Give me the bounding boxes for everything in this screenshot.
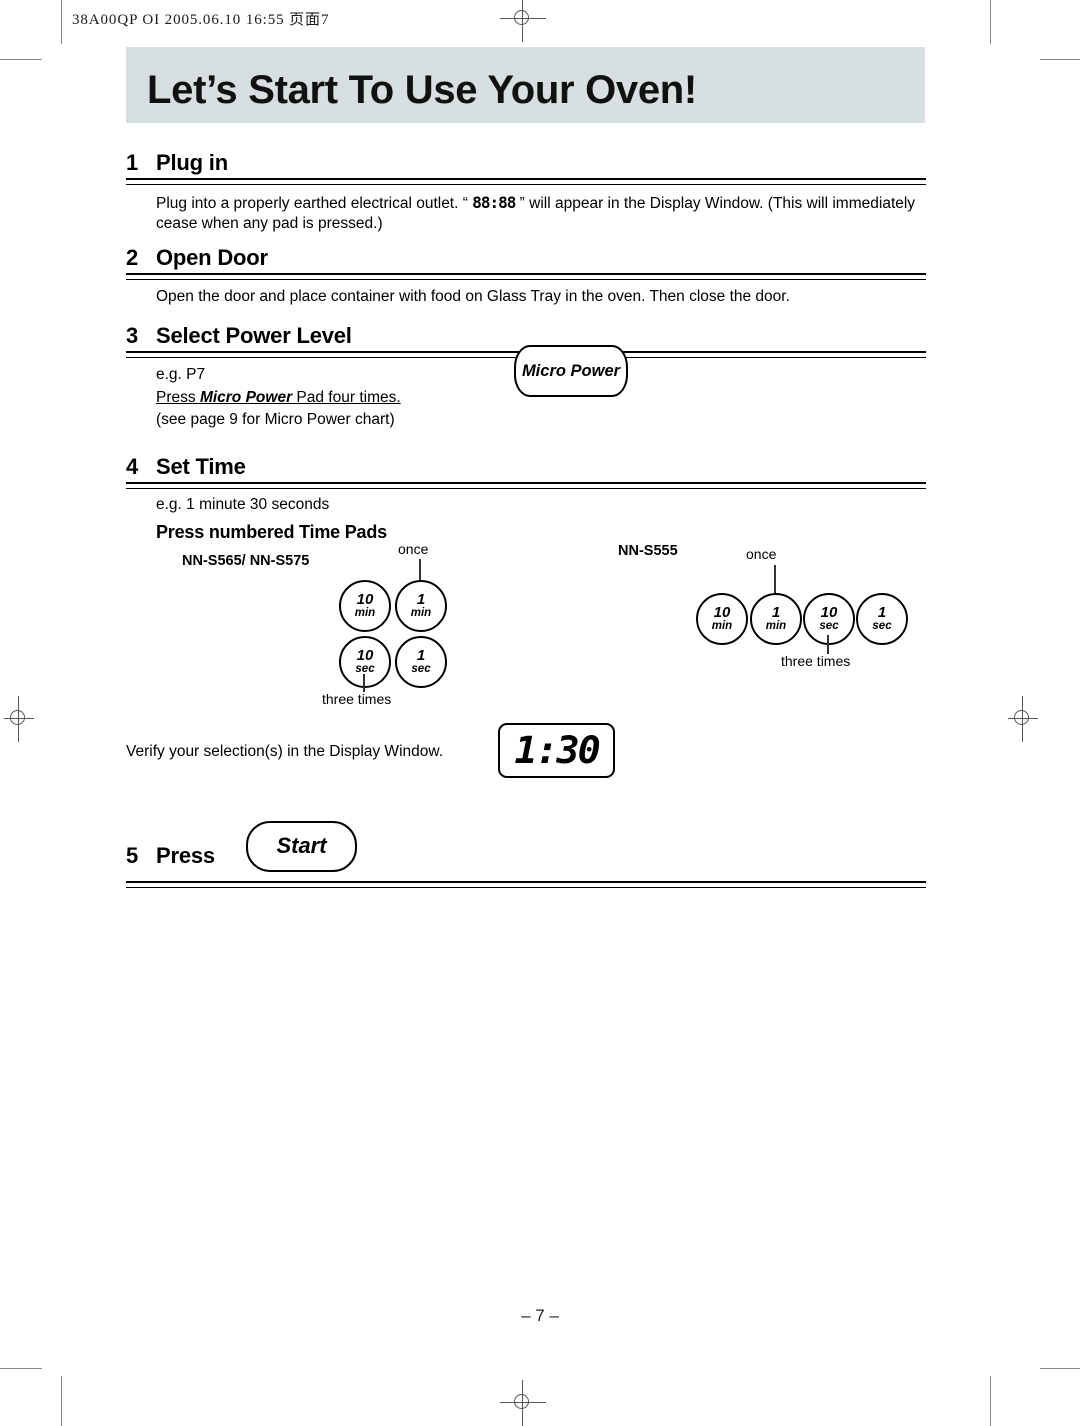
time-pad-10-min-group-b[interactable]: 10 min — [696, 592, 748, 645]
crop-line-left-top — [61, 0, 62, 44]
reg-circle — [10, 710, 25, 725]
pad-value: 1 — [771, 604, 781, 622]
start-pad-label: Start — [276, 833, 327, 859]
instruction-steps: 1 Plug in Plug into a properly earthed e… — [126, 150, 926, 888]
pad-unit: min — [354, 607, 376, 620]
step-2: 2 Open Door Open the door and place cont… — [126, 245, 926, 307]
pad-unit: sec — [819, 620, 839, 633]
callout-three-times-group-a: three times — [322, 690, 392, 707]
display-window: 1:30 — [498, 722, 615, 778]
crop-tick-bottom-right — [1040, 1368, 1080, 1369]
start-pad-button[interactable]: Start — [246, 820, 357, 872]
crop-line-left-bottom — [61, 1376, 62, 1426]
leader-line-three-times-group-a — [363, 673, 365, 692]
step-2-body-text: Open the door and place container with f… — [156, 287, 790, 305]
step-4: 4 Set Time e.g. 1 minute 30 seconds Pres… — [126, 454, 926, 815]
step-2-heading: 2 Open Door — [126, 245, 926, 271]
crop-line-right-top — [990, 0, 991, 44]
model-label-nn-s555: NN-S555 — [618, 542, 678, 559]
time-pad-1-min-group-b[interactable]: 1 min — [750, 592, 802, 645]
step-2-title: Open Door — [156, 244, 268, 270]
verify-instruction-text: Verify your selection(s) in the Display … — [126, 742, 444, 760]
leader-line-once-group-b — [774, 564, 776, 594]
page-number-footer: – 7 – — [521, 1306, 559, 1325]
registration-mark-left — [0, 696, 42, 742]
display-window-value: 1:30 — [514, 728, 600, 772]
time-pad-1-sec-group-a[interactable]: 1 sec — [395, 635, 447, 688]
step-3-pad-name: Micro Power — [199, 388, 293, 406]
step-3-title: Select Power Level — [156, 323, 352, 349]
step-4-rule — [126, 481, 926, 489]
registration-mark-right — [1000, 696, 1046, 742]
callout-once-group-a: once — [398, 540, 429, 557]
crop-tick-bottom-left — [0, 1368, 42, 1369]
step-3-instruction-underlined: Press Micro Power Pad four times. — [156, 387, 401, 409]
step-1-body: Plug into a properly earthed electrical … — [126, 185, 926, 235]
step-5-number: 5 — [126, 842, 139, 868]
step-1-rule — [126, 178, 926, 185]
pad-value: 1 — [416, 591, 426, 609]
crop-tick-top-right — [1040, 59, 1080, 60]
pad-value: 10 — [820, 604, 838, 622]
crop-line-right-bottom — [990, 1376, 991, 1426]
pad-value: 1 — [416, 647, 426, 665]
micro-power-pad-label: Micro Power — [521, 361, 621, 380]
step-1-number: 1 — [126, 150, 139, 175]
page-title: Let’s Start To Use Your Oven! — [147, 68, 697, 112]
pad-value: 10 — [356, 591, 374, 609]
leader-line-once-group-a — [419, 558, 421, 580]
step-4-number: 4 — [126, 453, 139, 479]
step-3-number: 3 — [126, 323, 139, 349]
time-pads-diagram: NN-S565/ NN-S575 once 10 min 1 min 10 se… — [126, 540, 926, 723]
pad-unit: min — [711, 620, 733, 633]
time-pad-10-min-group-a[interactable]: 10 min — [339, 579, 391, 632]
step-4-heading: 4 Set Time — [126, 454, 926, 480]
step-3-pad-times: Pad four times. — [292, 388, 401, 406]
callout-once-group-b: once — [746, 545, 777, 562]
printer-slug-header: 38A00QP OI 2005.06.10 16:55 页面7 — [72, 12, 330, 28]
step-4-subhead: Press numbered Time Pads — [156, 521, 387, 542]
step-1-title: Plug in — [156, 150, 228, 175]
step-2-body: Open the door and place container with f… — [126, 280, 926, 307]
time-pad-10-sec-group-b[interactable]: 10 sec — [803, 592, 855, 645]
pad-value: 10 — [713, 604, 731, 622]
pad-value: 1 — [877, 604, 887, 622]
seven-segment-8888-icon: 88:88 — [472, 193, 516, 212]
step-1: 1 Plug in Plug into a properly earthed e… — [126, 150, 926, 235]
callout-three-times-group-b: three times — [781, 652, 851, 669]
step-5-title: Press — [156, 842, 215, 868]
registration-mark-top — [500, 0, 546, 42]
model-label-nn-s565-s575: NN-S565/ NN-S575 — [182, 552, 310, 569]
micro-power-pad-button[interactable]: Micro Power — [514, 345, 628, 398]
time-pad-1-min-group-a[interactable]: 1 min — [395, 579, 447, 632]
step-3: 3 Select Power Level e.g. P7 Press Micro… — [126, 323, 926, 431]
time-pad-10-sec-group-a[interactable]: 10 sec — [339, 635, 391, 688]
step-3-press-word: Press — [156, 388, 200, 406]
reg-circle — [514, 1394, 529, 1409]
time-pad-1-sec-group-b[interactable]: 1 sec — [856, 592, 908, 645]
reg-circle — [514, 10, 529, 25]
step-2-number: 2 — [126, 244, 139, 270]
pad-unit: min — [765, 620, 787, 633]
step-5-rule — [126, 880, 926, 888]
step-4-title: Set Time — [156, 453, 246, 479]
pad-unit: sec — [355, 663, 375, 676]
pad-unit: sec — [411, 663, 431, 676]
reg-circle — [1014, 710, 1029, 725]
pad-unit: sec — [872, 620, 892, 633]
step-1-body-pre: Plug into a properly earthed electrical … — [156, 195, 473, 212]
step-2-rule — [126, 272, 926, 280]
step-1-heading: 1 Plug in — [126, 150, 926, 176]
crop-tick-top-left — [0, 59, 42, 60]
pad-unit: min — [410, 607, 432, 620]
step-4-example: e.g. 1 minute 30 seconds — [156, 495, 330, 513]
step-3-chart-reference: (see page 9 for Micro Power chart) — [156, 411, 395, 429]
step-5: 5 Press Start — [126, 815, 926, 888]
leader-line-three-times-group-b — [827, 634, 829, 654]
step-5-heading: 5 Press — [126, 843, 215, 869]
verify-display-row: Verify your selection(s) in the Display … — [126, 722, 926, 815]
pad-value: 10 — [356, 647, 374, 665]
registration-mark-bottom — [500, 1380, 546, 1426]
